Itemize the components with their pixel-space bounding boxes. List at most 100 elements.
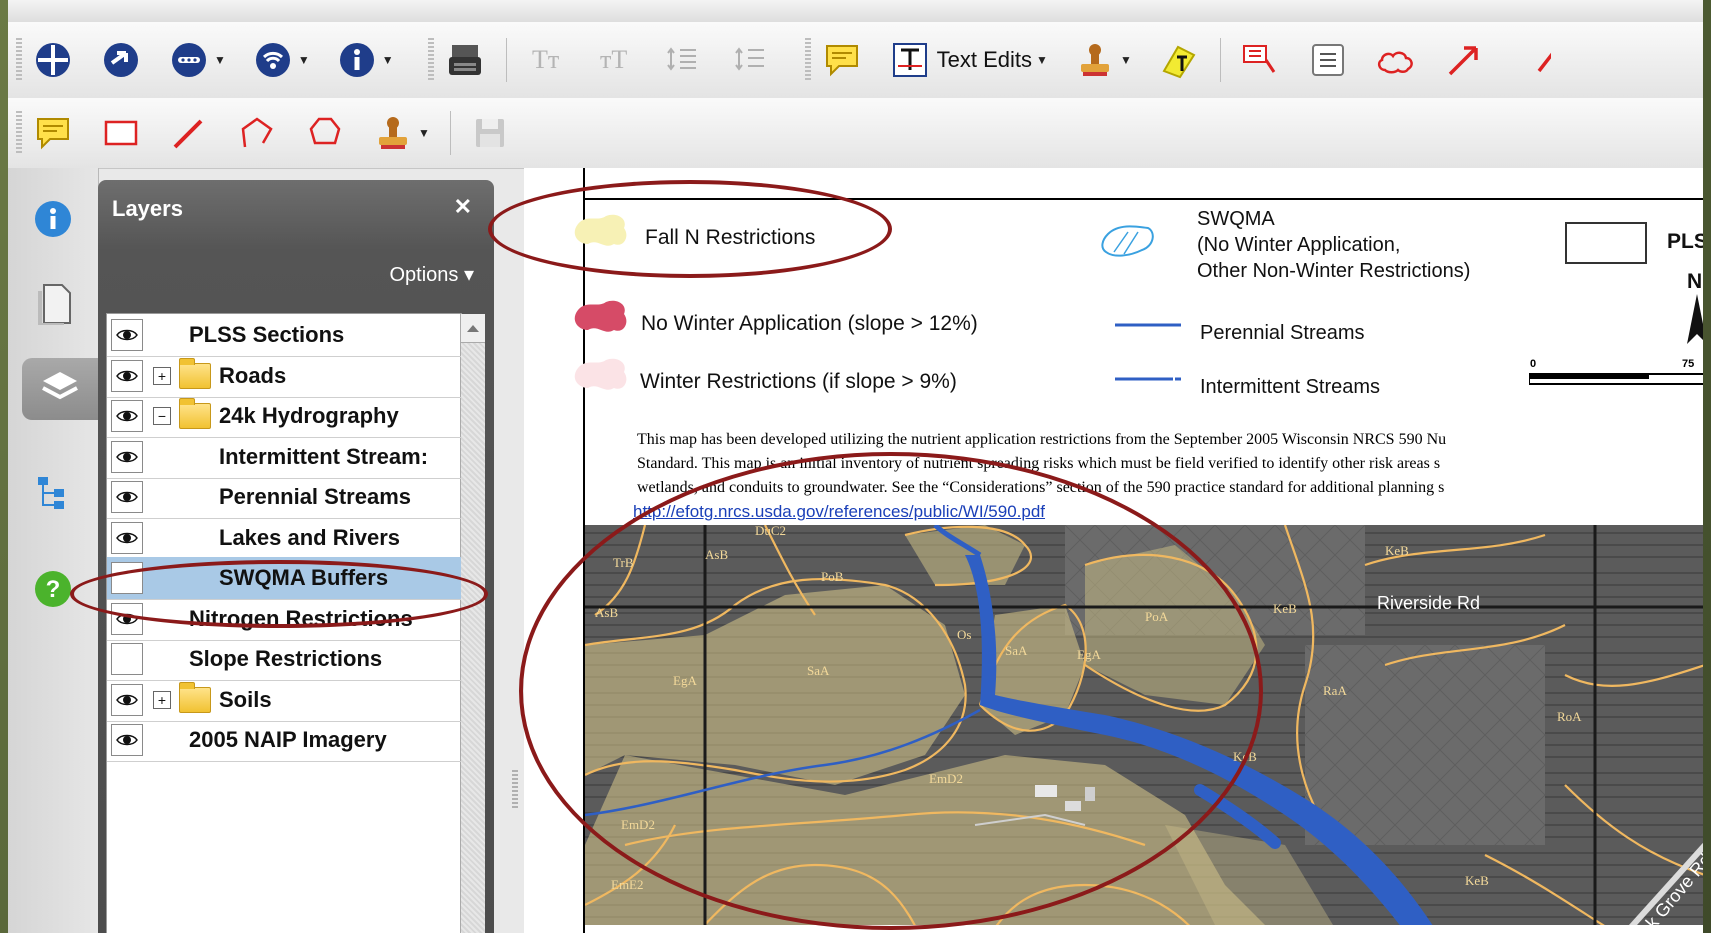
layer-name: 24k Hydrography: [219, 403, 399, 428]
more-tools-dropdown[interactable]: ▼: [168, 39, 226, 81]
typewriter-icon: [444, 39, 486, 81]
text-edit-icon: [889, 39, 931, 81]
eye-icon[interactable]: [111, 481, 143, 513]
soil-unit-label: Os: [957, 627, 971, 642]
pencil-line-icon: [168, 112, 210, 154]
eye-icon[interactable]: [111, 319, 143, 351]
comment-bubble-icon: [821, 39, 863, 81]
stamp2-dropdown[interactable]: ▼: [372, 112, 430, 154]
layer-row[interactable]: PLSS Sections: [107, 314, 461, 357]
visibility-toggle-empty[interactable]: [111, 562, 143, 594]
layer-row[interactable]: Nitrogen Restrictions: [107, 598, 461, 641]
chevron-down-icon: ▼: [1036, 53, 1048, 67]
legend-winter-label: Winter Restrictions (if slope > 9%): [640, 370, 957, 393]
scroll-up-arrow-icon[interactable]: [461, 314, 485, 343]
pencil-button[interactable]: [168, 112, 210, 154]
go-to-button[interactable]: [100, 39, 142, 81]
eye-icon[interactable]: [111, 359, 143, 392]
toolbar-grip[interactable]: [16, 38, 22, 82]
layer-row[interactable]: Lakes and Rivers: [107, 517, 461, 560]
layer-row[interactable]: Intermittent Stream:: [107, 436, 461, 479]
fall-n-swatch-icon: [574, 214, 627, 246]
text-box-button[interactable]: [1307, 39, 1349, 81]
layers-tab-button[interactable]: [22, 358, 98, 420]
soil-unit-label: RaA: [1323, 683, 1347, 698]
highlight-text-button[interactable]: [1158, 39, 1200, 81]
folder-icon: [179, 398, 211, 429]
soil-unit-label: EgA: [1077, 647, 1101, 662]
layer-row[interactable]: − 24k Hydrography: [107, 395, 461, 438]
save-button[interactable]: [469, 112, 511, 154]
scale-end-label: 75: [1682, 358, 1695, 370]
toolbar-grip[interactable]: [427, 38, 434, 82]
line-spacing-up-button[interactable]: [729, 39, 771, 81]
arrow-button[interactable]: [1443, 39, 1485, 81]
options-dropdown[interactable]: Options ▾: [389, 262, 474, 287]
sticky-note-button[interactable]: [821, 39, 863, 81]
rectangle-button[interactable]: [100, 112, 142, 154]
toolbar-grip[interactable]: [16, 111, 22, 155]
text-larger-icon: тT: [600, 45, 628, 74]
line-spacing-icon: [729, 39, 771, 81]
text-size-up-button[interactable]: тT: [593, 39, 635, 81]
soil-unit-label: KeB: [1273, 601, 1297, 616]
nrcs-590-link[interactable]: http://efotg.nrcs.usda.gov/references/pu…: [633, 502, 1045, 522]
legend-no-winter-label: No Winter Application (slope > 12%): [641, 312, 978, 335]
highlighter-icon: [1158, 39, 1200, 81]
zoom-tool-button[interactable]: [32, 39, 74, 81]
cloud-button[interactable]: [1375, 39, 1417, 81]
eye-icon[interactable]: [111, 724, 143, 756]
soil-unit-label: KeB: [1385, 543, 1409, 558]
map-imagery[interactable]: DuC2 TrB AsB PoB KeB AsB PoA KeB Os SaA EgA SaA EgA R…: [585, 525, 1703, 925]
line-spacing-down-button[interactable]: [661, 39, 703, 81]
description-line-3: wetlands, and conduits to groundwater. S…: [637, 479, 1445, 496]
eye-icon[interactable]: [111, 683, 143, 716]
crosshair-globe-icon: [32, 39, 74, 81]
soil-unit-label: KeB: [1465, 873, 1489, 888]
expand-icon[interactable]: +: [153, 690, 171, 709]
panel-splitter[interactable]: [512, 770, 518, 810]
line-icon: [1511, 39, 1553, 81]
layer-row[interactable]: Slope Restrictions: [107, 638, 461, 681]
visibility-toggle-empty[interactable]: [111, 643, 143, 675]
layer-row[interactable]: SWQMA Buffers: [107, 557, 461, 600]
collapse-icon[interactable]: −: [153, 407, 171, 425]
legend-fall-n-label: Fall N Restrictions: [645, 226, 816, 249]
typewriter-button[interactable]: [444, 39, 486, 81]
line-button-partial[interactable]: [1511, 39, 1553, 81]
soil-unit-label: DuC2: [755, 525, 786, 538]
polyline-button[interactable]: [236, 112, 278, 154]
vertical-scrollbar[interactable]: [460, 314, 485, 933]
note-button[interactable]: [32, 112, 74, 154]
text-edits-dropdown[interactable]: Text Edits ▼: [889, 39, 1048, 81]
pages-button[interactable]: [22, 276, 84, 338]
text-smaller-icon: Tт: [532, 45, 560, 74]
layers-icon: [39, 366, 81, 413]
soil-unit-label: PoA: [1145, 609, 1169, 624]
help-button[interactable]: ?: [22, 560, 84, 622]
note-icon: [32, 112, 74, 154]
soil-unit-label: AsB: [595, 605, 618, 620]
close-icon[interactable]: ✕: [454, 194, 472, 220]
layers-panel: Layers ✕ Options ▾ PLSS Sections + Roads − 2…: [98, 180, 494, 933]
properties-button[interactable]: [22, 190, 84, 252]
expand-icon[interactable]: +: [153, 366, 171, 385]
polygon-button[interactable]: [304, 112, 346, 154]
eye-icon[interactable]: [111, 440, 143, 473]
eye-icon[interactable]: [111, 521, 143, 554]
eye-icon[interactable]: [111, 400, 143, 432]
info-dropdown[interactable]: ▼: [336, 39, 394, 81]
eye-icon[interactable]: [111, 602, 143, 635]
rectangle-icon: [100, 112, 142, 154]
text-size-down-button[interactable]: Tт: [525, 39, 567, 81]
layer-row[interactable]: Perennial Streams: [107, 476, 461, 519]
wireless-tool-dropdown[interactable]: ▼: [252, 39, 310, 81]
riverside-road-label: Riverside Rd: [1377, 593, 1480, 613]
layer-row[interactable]: 2005 NAIP Imagery: [107, 719, 461, 762]
stamp-dropdown[interactable]: ▼: [1074, 39, 1132, 81]
layer-row[interactable]: + Soils: [107, 679, 461, 722]
toolbar-grip[interactable]: [804, 38, 811, 82]
model-tree-button[interactable]: [22, 464, 84, 526]
callout-button[interactable]: [1239, 39, 1281, 81]
layer-row[interactable]: + Roads: [107, 355, 461, 398]
